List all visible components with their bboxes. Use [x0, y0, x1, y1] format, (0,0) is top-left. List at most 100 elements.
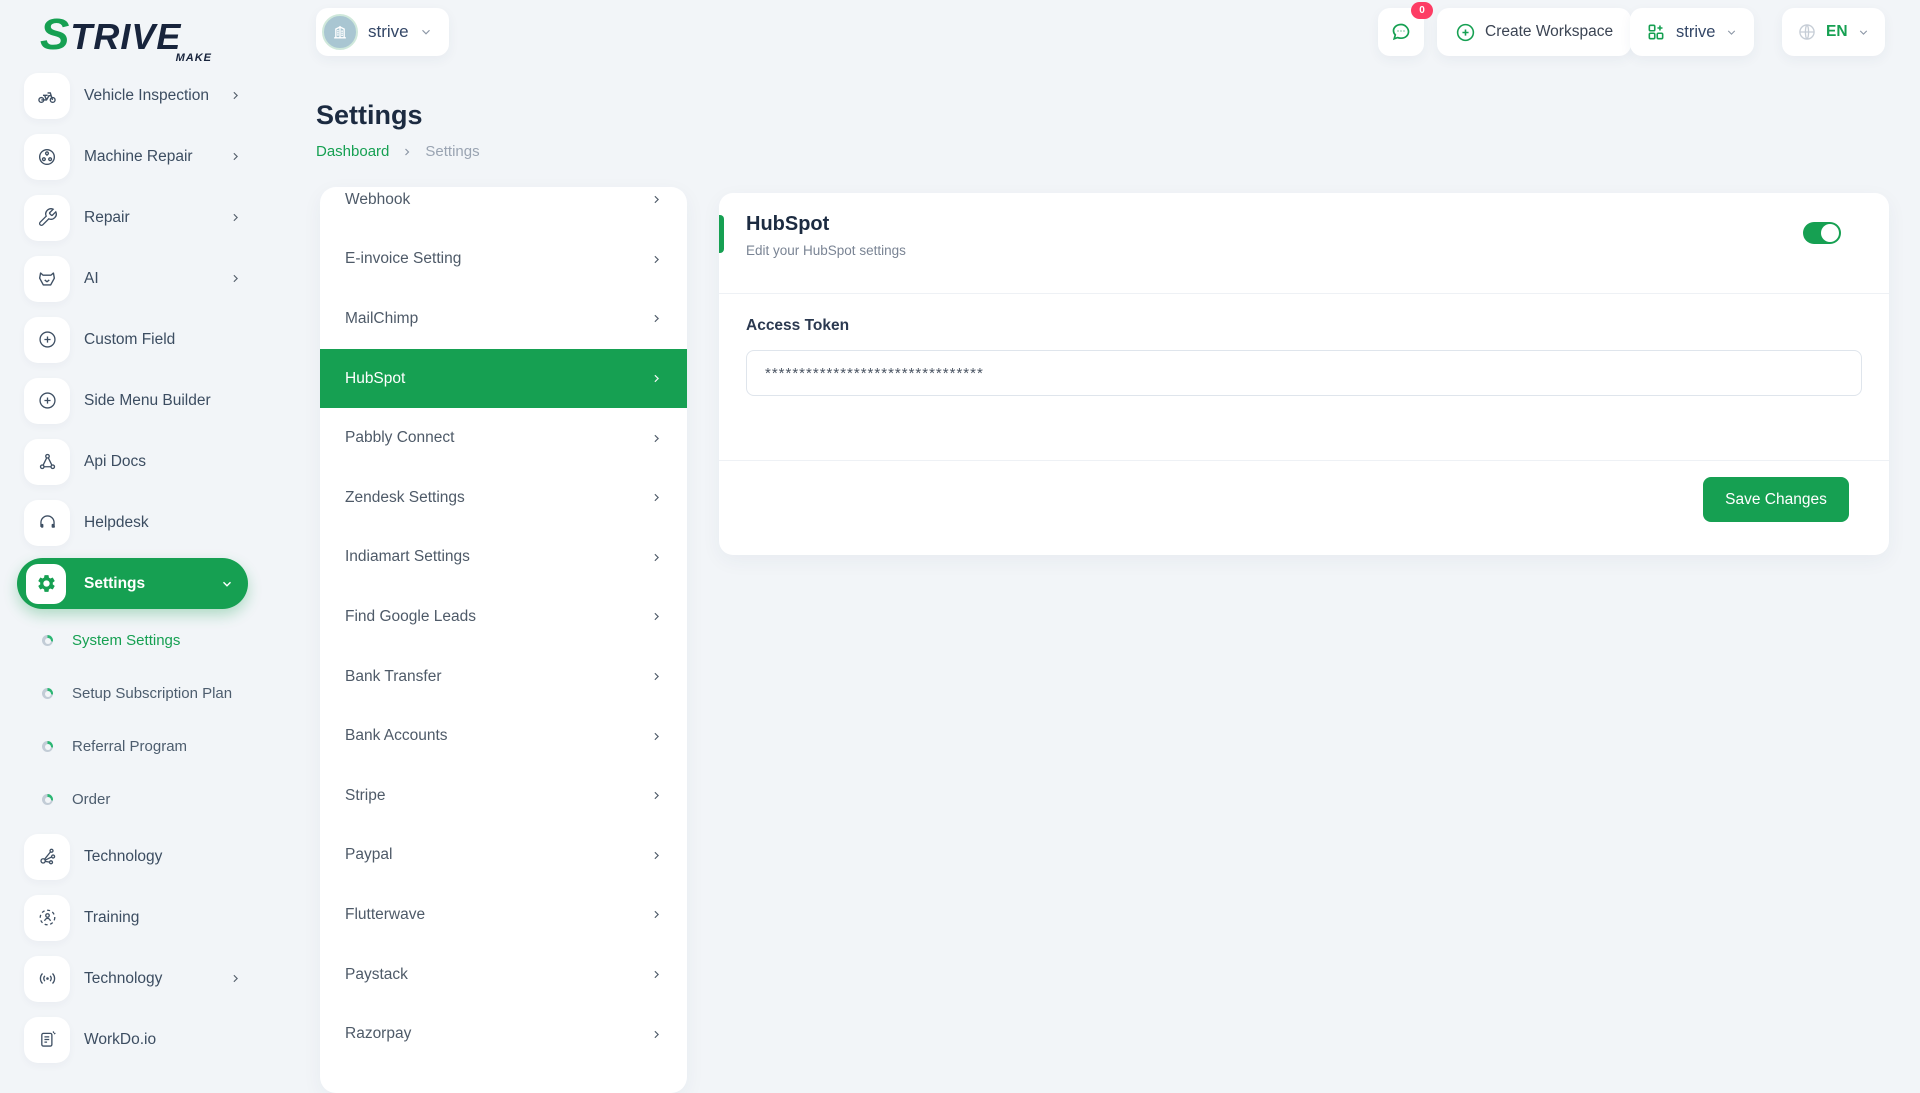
panel-subtitle: Edit your HubSpot settings — [746, 243, 906, 258]
settings-menu-item-label: HubSpot — [345, 370, 405, 388]
settings-menu-item-label: Zendesk Settings — [345, 489, 465, 507]
settings-menu-item-find-google-leads[interactable]: Find Google Leads — [320, 587, 687, 647]
settings-menu-item-paystack[interactable]: Paystack — [320, 945, 687, 1005]
chevron-right-icon — [650, 253, 663, 266]
sidebar-subitem-setup-subscription-plan[interactable]: Setup Subscription Plan — [0, 667, 260, 720]
sidebar-item-repair[interactable]: Repair — [0, 187, 260, 248]
sidebar-subitem-label: Referral Program — [72, 738, 187, 755]
settings-menu-item-label: E-invoice Setting — [345, 250, 461, 268]
sidebar-item-label: Technology — [84, 848, 162, 866]
bullet-icon — [42, 635, 53, 646]
settings-menu-item-hubspot[interactable]: HubSpot — [320, 349, 687, 409]
sidebar-item-label: Technology — [84, 970, 162, 988]
access-token-input[interactable] — [746, 350, 1862, 396]
messages-button[interactable]: 0 — [1378, 8, 1424, 56]
sidebar-item-machine-repair[interactable]: Machine Repair — [0, 126, 260, 187]
chevron-right-icon — [229, 89, 242, 102]
sidebar-item-ai[interactable]: AI — [0, 248, 260, 309]
hubspot-enabled-toggle[interactable] — [1803, 222, 1841, 244]
sidebar-item-settings[interactable]: Settings — [0, 553, 260, 614]
chevron-right-icon — [229, 211, 242, 224]
panel-accent-bar — [719, 215, 724, 253]
chevron-right-icon — [650, 849, 663, 862]
chevron-right-icon — [650, 908, 663, 921]
sidebar-item-technology-nodes[interactable]: Technology — [0, 826, 260, 887]
settings-menu-item-label: Bank Accounts — [345, 727, 448, 745]
settings-menu-item-webhook[interactable]: Webhook — [320, 187, 687, 230]
settings-menu-item-e-invoice[interactable]: E-invoice Setting — [320, 230, 687, 290]
sidebar-item-side-menu-builder[interactable]: Side Menu Builder — [0, 370, 260, 431]
sidebar-item-helpdesk[interactable]: Helpdesk — [0, 492, 260, 553]
wrench-icon — [24, 195, 70, 241]
settings-menu-item-indiamart[interactable]: Indiamart Settings — [320, 528, 687, 588]
target-person-icon — [24, 895, 70, 941]
chevron-right-icon — [650, 610, 663, 623]
sidebar-item-label: Api Docs — [84, 453, 146, 471]
gear-icon — [26, 564, 66, 604]
page-title: Settings — [316, 100, 423, 131]
settings-menu-item-flutterwave[interactable]: Flutterwave — [320, 885, 687, 945]
sidebar-item-label: WorkDo.io — [84, 1031, 156, 1049]
settings-menu-item-bank-accounts[interactable]: Bank Accounts — [320, 706, 687, 766]
chevron-right-icon — [229, 150, 242, 163]
chevron-right-icon — [650, 372, 663, 385]
settings-menu-item-zendesk[interactable]: Zendesk Settings — [320, 468, 687, 528]
create-workspace-label: Create Workspace — [1485, 23, 1613, 41]
chevron-right-icon — [650, 193, 663, 206]
sidebar-item-label: Custom Field — [84, 331, 175, 349]
sidebar-item-label: Vehicle Inspection — [84, 87, 209, 105]
sidebar-item-label: Training — [84, 909, 139, 927]
brand-logo-text: TRIVE — [70, 16, 181, 57]
workspace-switcher[interactable]: strive — [316, 8, 449, 56]
toggle-knob — [1821, 224, 1839, 242]
bullet-icon — [42, 688, 53, 699]
plus-circle-icon — [1455, 22, 1476, 43]
account-dropdown[interactable]: strive — [1630, 8, 1754, 56]
panel-title: HubSpot — [746, 213, 829, 236]
bullet-icon — [42, 794, 53, 805]
sidebar-subitem-system-settings[interactable]: System Settings — [0, 614, 260, 667]
settings-menu-item-bank-transfer[interactable]: Bank Transfer — [320, 647, 687, 707]
settings-menu-item-razorpay[interactable]: Razorpay — [320, 1004, 687, 1064]
save-changes-button[interactable]: Save Changes — [1703, 477, 1849, 522]
sidebar-subitem-referral-program[interactable]: Referral Program — [0, 720, 260, 773]
sidebar-item-vehicle-inspection[interactable]: Vehicle Inspection — [0, 65, 260, 126]
sidebar-item-label: Settings — [84, 575, 145, 593]
sidebar-item-api-docs[interactable]: Api Docs — [0, 431, 260, 492]
sidebar-item-label: Helpdesk — [84, 514, 149, 532]
breadcrumb-dashboard-link[interactable]: Dashboard — [316, 143, 389, 160]
create-workspace-button[interactable]: Create Workspace — [1437, 8, 1631, 56]
settings-menu-item-mailchimp[interactable]: MailChimp — [320, 289, 687, 349]
settings-menu-item-label: Stripe — [345, 787, 386, 805]
settings-menu-item-stripe[interactable]: Stripe — [320, 766, 687, 826]
settings-menu-item-label: Bank Transfer — [345, 668, 442, 686]
sidebar-subitem-order[interactable]: Order — [0, 773, 260, 826]
sidebar-item-custom-field[interactable]: Custom Field — [0, 309, 260, 370]
sidebar-subitem-label: Order — [72, 791, 110, 808]
chevron-right-icon — [650, 1028, 663, 1041]
sidebar-item-training[interactable]: Training — [0, 887, 260, 948]
breadcrumb: Dashboard Settings — [316, 143, 480, 160]
chevron-down-icon — [220, 577, 234, 591]
language-dropdown[interactable]: EN — [1782, 8, 1885, 56]
settings-menu-card: Webhook E-invoice Setting MailChimp HubS… — [320, 187, 687, 1093]
nodes-icon — [24, 834, 70, 880]
settings-menu-list: Webhook E-invoice Setting MailChimp HubS… — [320, 187, 687, 1064]
sidebar-item-label: Machine Repair — [84, 148, 193, 166]
topbar: STRIVE MAKE strive 0 Create Workspace — [0, 0, 1920, 72]
chevron-right-icon — [650, 670, 663, 683]
chevron-right-icon — [650, 730, 663, 743]
sidebar-item-workdo-io[interactable]: WorkDo.io — [0, 1009, 260, 1070]
settings-menu-item-paypal[interactable]: Paypal — [320, 826, 687, 886]
divider — [719, 460, 1889, 461]
broadcast-icon — [24, 956, 70, 1002]
settings-menu-item-pabbly-connect[interactable]: Pabbly Connect — [320, 408, 687, 468]
sidebar-item-technology-broadcast[interactable]: Technology — [0, 948, 260, 1009]
fox-icon — [24, 256, 70, 302]
brand-logo[interactable]: STRIVE MAKE — [40, 10, 230, 62]
globe-icon — [1797, 22, 1817, 42]
account-label: strive — [1676, 23, 1715, 42]
settings-menu-item-label: Indiamart Settings — [345, 548, 470, 566]
chevron-right-icon — [229, 972, 242, 985]
chevron-right-icon — [650, 491, 663, 504]
